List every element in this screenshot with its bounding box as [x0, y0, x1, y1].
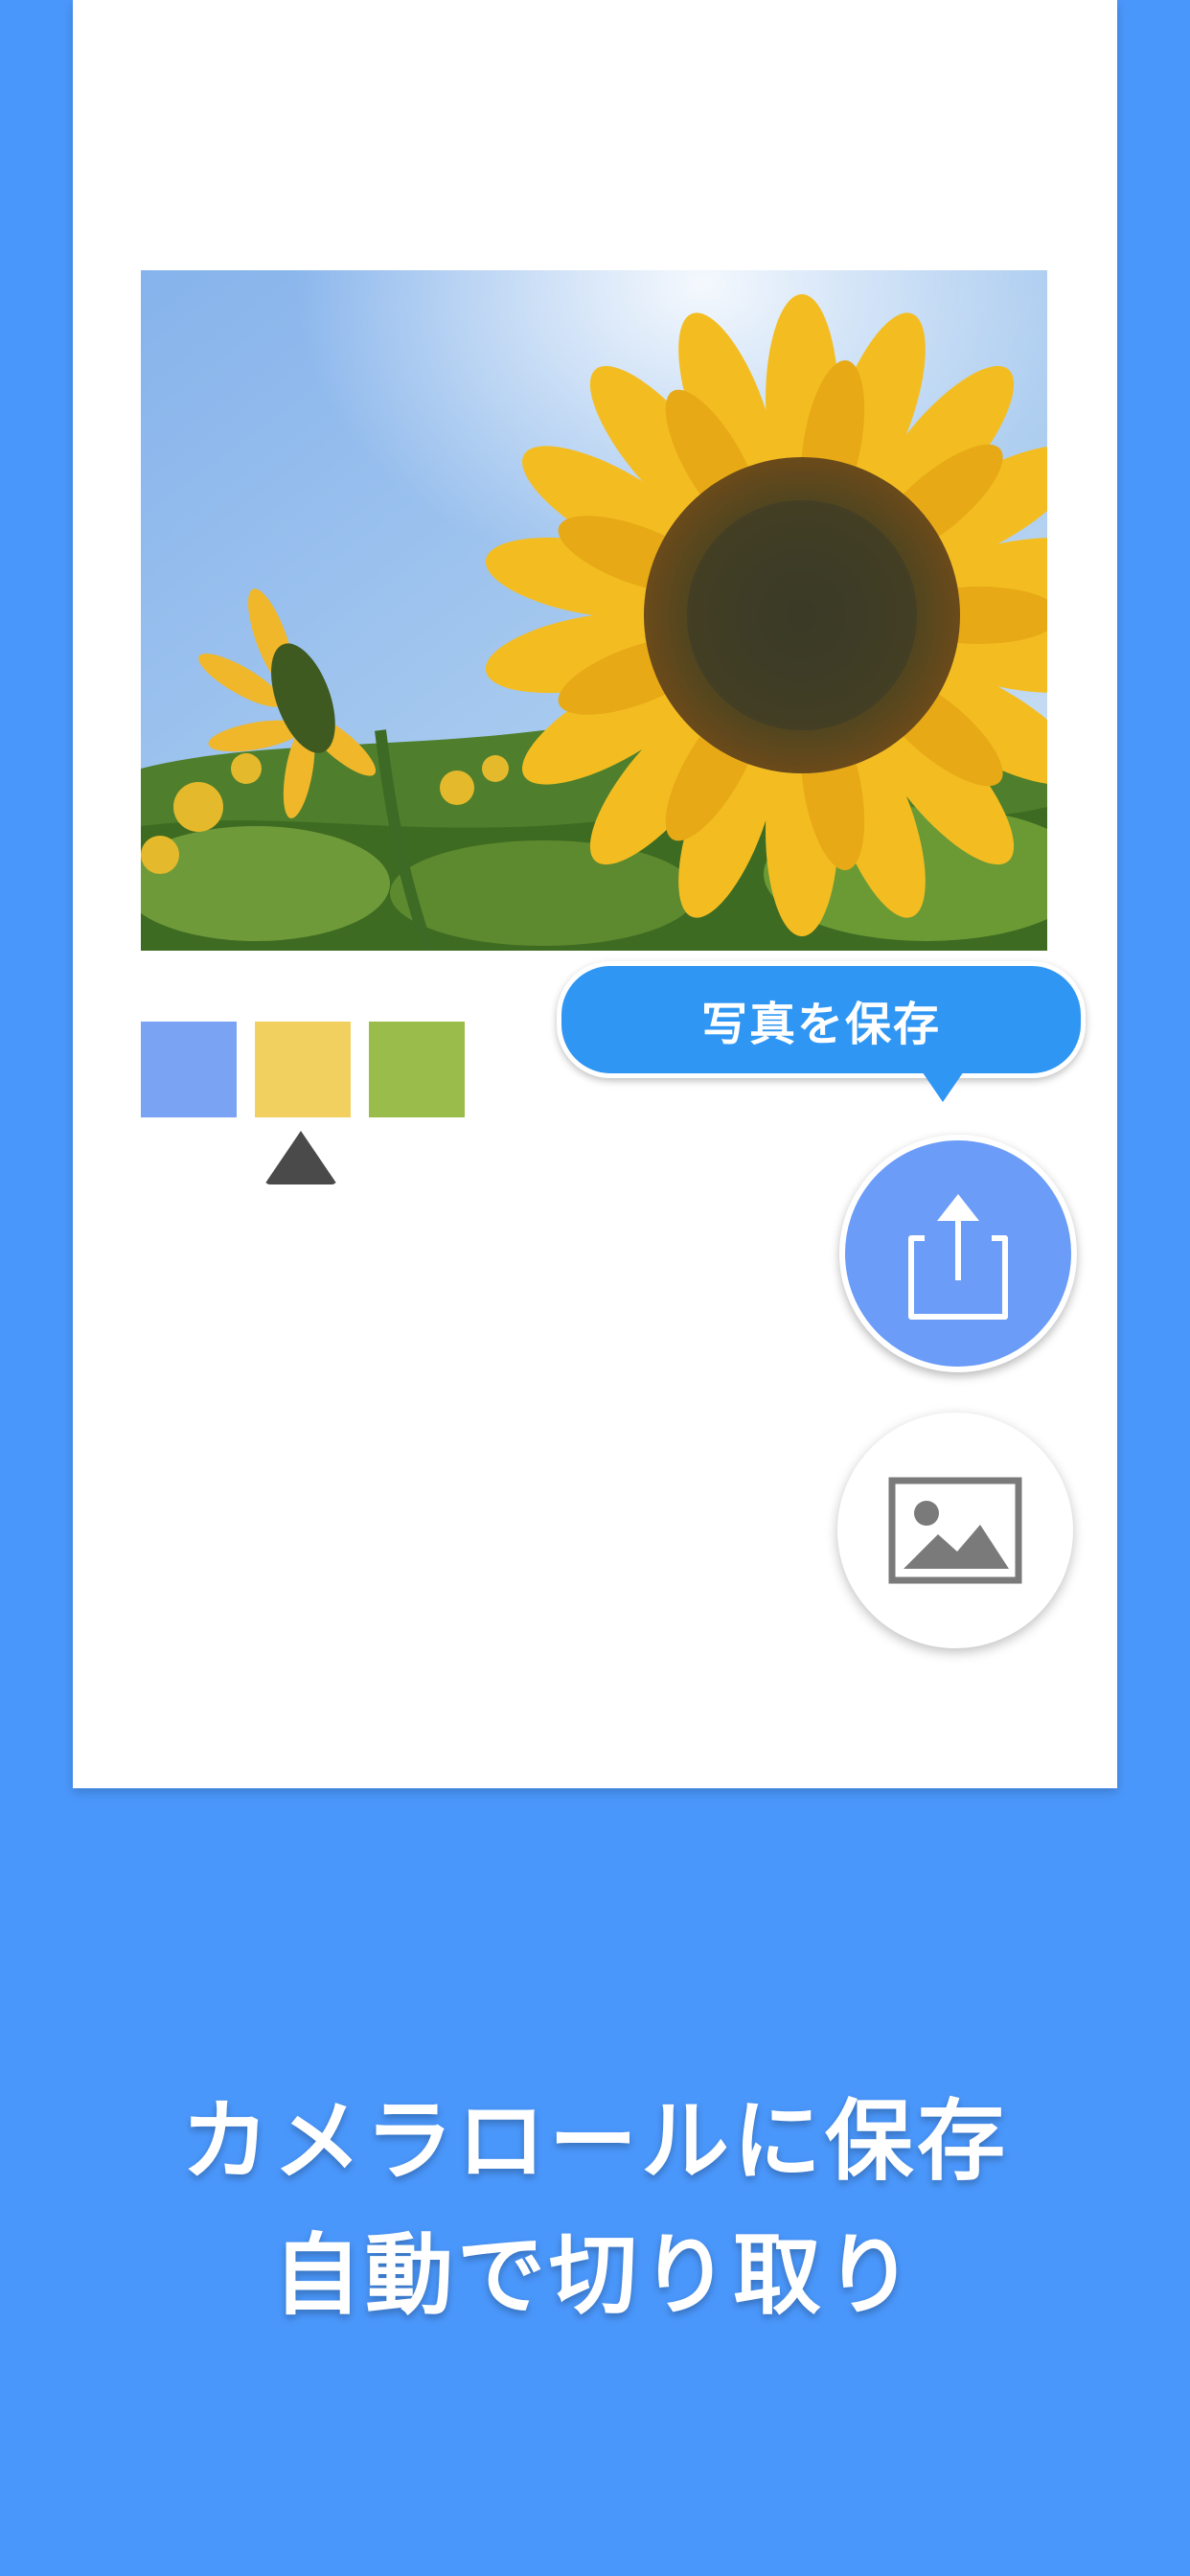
- color-swatch[interactable]: [141, 1022, 237, 1117]
- caption-line-2: 自動で切り取り: [272, 2224, 917, 2327]
- color-swatch[interactable]: [255, 1022, 351, 1117]
- phone-screen: 写真を保存: [73, 0, 1117, 1788]
- save-photo-tooltip: 写真を保存: [557, 961, 1086, 1078]
- color-swatches: [141, 1022, 465, 1117]
- share-button[interactable]: [839, 1135, 1077, 1372]
- sunflower-photo: [141, 270, 1047, 951]
- selected-swatch-indicator-icon: [264, 1131, 337, 1184]
- share-icon: [908, 1194, 1008, 1320]
- color-swatch[interactable]: [369, 1022, 465, 1117]
- caption-line-1: カメラロールに保存: [180, 2090, 1009, 2193]
- image-button[interactable]: [837, 1413, 1073, 1648]
- image-icon: [888, 1477, 1022, 1584]
- tooltip-tail: [918, 1066, 968, 1102]
